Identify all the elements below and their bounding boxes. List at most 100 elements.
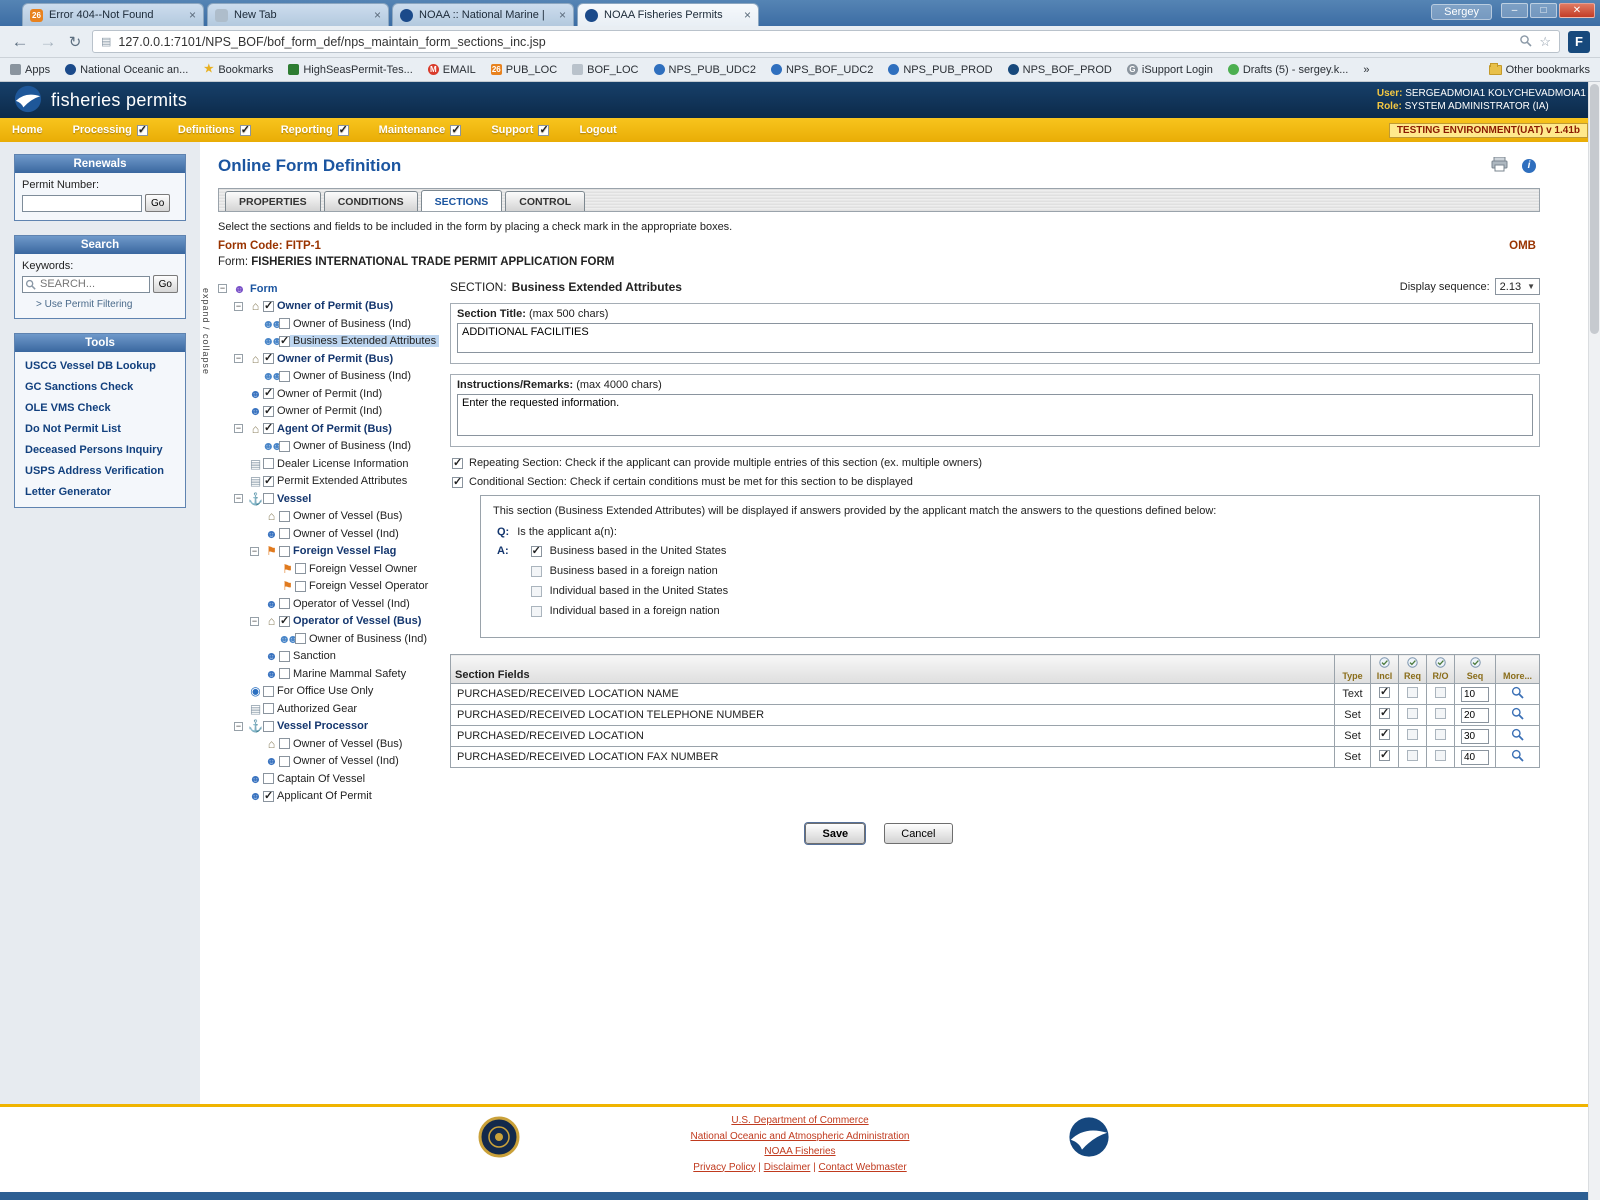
tree-item-foreign-vessel-flag[interactable]: −⚑Foreign Vessel Flag [250, 543, 446, 561]
tree-item-owner-of-vessel-ind[interactable]: ☻Owner of Vessel (Ind) [250, 525, 446, 543]
column-check-icon[interactable] [1435, 657, 1446, 670]
tree-checkbox[interactable] [295, 563, 306, 574]
tree-checkbox[interactable] [279, 511, 290, 522]
tree-checkbox[interactable] [279, 546, 290, 557]
tree-node-label[interactable]: Owner of Business (Ind) [306, 633, 430, 645]
bookmark-[interactable]: » [1363, 64, 1369, 76]
tree-item-owner-of-permit-ind[interactable]: ☻Owner of Permit (Ind) [234, 403, 446, 421]
window-close-button[interactable]: ✕ [1559, 3, 1595, 18]
tree-node-label[interactable]: Owner of Permit (Ind) [274, 405, 385, 417]
tree-collapse-toggle[interactable]: − [234, 494, 243, 503]
tree-collapse-toggle[interactable]: − [250, 547, 259, 556]
tree-node-label[interactable]: Operator of Vessel (Bus) [290, 615, 424, 627]
tree-node-label[interactable]: Applicant Of Permit [274, 790, 375, 802]
tree-node-label[interactable]: Vessel [274, 493, 314, 505]
tab-conditions[interactable]: CONDITIONS [324, 191, 418, 211]
tree-node-label[interactable]: Owner of Business (Ind) [290, 440, 414, 452]
field-req-checkbox[interactable] [1407, 687, 1418, 698]
tree-item-foreign-vessel-owner[interactable]: ⚑Foreign Vessel Owner [266, 560, 446, 578]
tab-close-icon[interactable]: × [374, 10, 381, 20]
condition-option-individual-based-in-a-foreign-nation[interactable]: Individual based in a foreign nation [531, 605, 729, 617]
field-incl-checkbox[interactable] [1379, 708, 1390, 719]
tree-checkbox[interactable] [263, 791, 274, 802]
more-details-icon[interactable] [1511, 690, 1524, 702]
tree-checkbox[interactable] [263, 458, 274, 469]
field-req-checkbox[interactable] [1407, 708, 1418, 719]
tree-node-label[interactable]: Operator of Vessel (Ind) [290, 598, 413, 610]
tree-checkbox[interactable] [279, 318, 290, 329]
bookmark-isupport-login[interactable]: GiSupport Login [1127, 64, 1213, 76]
tab-close-icon[interactable]: × [189, 10, 196, 20]
tree-node-label[interactable]: Business Extended Attributes [290, 335, 439, 347]
tree-node-label[interactable]: Dealer License Information [274, 458, 411, 470]
tab-properties[interactable]: PROPERTIES [225, 191, 321, 211]
tools-link-do-not-permit-list[interactable]: Do Not Permit List [15, 418, 185, 439]
more-details-icon[interactable] [1511, 753, 1524, 765]
nav-item-processing[interactable]: Processing [73, 124, 148, 136]
tree-checkbox[interactable] [263, 773, 274, 784]
tree-item-owner-of-business-ind[interactable]: ☻☻Owner of Business (Ind) [250, 438, 446, 456]
browser-tab-noaa-fisheries-permits[interactable]: NOAA Fisheries Permits× [577, 3, 759, 26]
tree-checkbox[interactable] [263, 721, 274, 732]
renewals-go-button[interactable]: Go [145, 194, 170, 212]
search-go-button[interactable]: Go [153, 275, 178, 293]
field-ro-checkbox[interactable] [1435, 729, 1446, 740]
tree-checkbox[interactable] [279, 441, 290, 452]
tree-checkbox[interactable] [263, 301, 274, 312]
nav-item-definitions[interactable]: Definitions [178, 124, 251, 136]
tree-node-label[interactable]: Owner of Permit (Bus) [274, 353, 396, 365]
tools-link-letter-generator[interactable]: Letter Generator [15, 481, 185, 502]
field-seq-input[interactable] [1461, 729, 1489, 744]
bookmark-apps[interactable]: Apps [10, 64, 50, 76]
tree-checkbox[interactable] [279, 336, 290, 347]
nav-dropdown-checkbox[interactable] [240, 125, 251, 136]
search-icon[interactable] [1519, 34, 1532, 50]
tree-node-label[interactable]: Marine Mammal Safety [290, 668, 409, 680]
tree-item-dealer-license-information[interactable]: ▤Dealer License Information [234, 455, 446, 473]
tree-node-label[interactable]: Vessel Processor [274, 720, 371, 732]
column-check-icon[interactable] [1407, 657, 1418, 670]
tools-link-usps-address-verification[interactable]: USPS Address Verification [15, 460, 185, 481]
field-seq-input[interactable] [1461, 708, 1489, 723]
tab-close-icon[interactable]: × [559, 10, 566, 20]
field-seq-input[interactable] [1461, 750, 1489, 765]
bookmark-nps-bof-udc2[interactable]: NPS_BOF_UDC2 [771, 64, 873, 76]
field-incl-checkbox[interactable] [1379, 729, 1390, 740]
tree-item-permit-extended-attributes[interactable]: ▤Permit Extended Attributes [234, 473, 446, 491]
page-scrollbar[interactable] [1588, 82, 1600, 1200]
bookmark-bookmarks[interactable]: ★Bookmarks [203, 64, 273, 76]
tree-checkbox[interactable] [279, 738, 290, 749]
browser-profile-button[interactable]: Sergey [1431, 4, 1492, 20]
tab-control[interactable]: CONTROL [505, 191, 585, 211]
tools-link-uscg-vessel-db-lookup[interactable]: USCG Vessel DB Lookup [15, 355, 185, 376]
info-icon[interactable]: i [1522, 159, 1536, 173]
permit-number-input[interactable] [22, 195, 142, 212]
bookmark-star-icon[interactable]: ☆ [1539, 34, 1551, 50]
tree-item-for-office-use-only[interactable]: ◉For Office Use Only [234, 683, 446, 701]
tree-collapse-toggle[interactable]: − [234, 722, 243, 731]
tree-item-operator-of-vessel-ind[interactable]: ☻Operator of Vessel (Ind) [250, 595, 446, 613]
field-seq-input[interactable] [1461, 687, 1489, 702]
condition-option-individual-based-in-the-united-states[interactable]: Individual based in the United States [531, 585, 729, 597]
tree-item-sanction[interactable]: ☻Sanction [250, 648, 446, 666]
tree-item-authorized-gear[interactable]: ▤Authorized Gear [234, 700, 446, 718]
tree-checkbox[interactable] [263, 423, 274, 434]
field-req-checkbox[interactable] [1407, 750, 1418, 761]
extension-icon[interactable]: F [1568, 31, 1590, 53]
browser-tab-noaa-national-marine[interactable]: NOAA :: National Marine |× [392, 3, 574, 26]
tree-collapse-toggle[interactable]: − [218, 284, 227, 293]
tree-checkbox[interactable] [279, 528, 290, 539]
bookmark-drafts-5-sergey-k[interactable]: Drafts (5) - sergey.k... [1228, 64, 1349, 76]
tab-close-icon[interactable]: × [744, 10, 751, 20]
bookmark-nps-pub-udc2[interactable]: NPS_PUB_UDC2 [654, 64, 756, 76]
tree-checkbox[interactable] [263, 388, 274, 399]
footer-link-national-oceanic-and-atmospheric-administration[interactable]: National Oceanic and Atmospheric Adminis… [690, 1131, 909, 1142]
tree-node-label[interactable]: Form [247, 283, 281, 295]
tree-collapse-toggle[interactable]: − [234, 354, 243, 363]
other-bookmarks-button[interactable]: Other bookmarks [1489, 64, 1590, 76]
browser-tab-error-404-not-found[interactable]: 26Error 404--Not Found× [22, 3, 204, 26]
footer-link-contact-webmaster[interactable]: Contact Webmaster [819, 1162, 907, 1173]
tree-item-owner-of-permit-bus[interactable]: −⌂Owner of Permit (Bus) [234, 350, 446, 368]
display-sequence-select[interactable]: 2.13 ▼ [1495, 278, 1540, 295]
column-check-icon[interactable] [1470, 657, 1481, 670]
